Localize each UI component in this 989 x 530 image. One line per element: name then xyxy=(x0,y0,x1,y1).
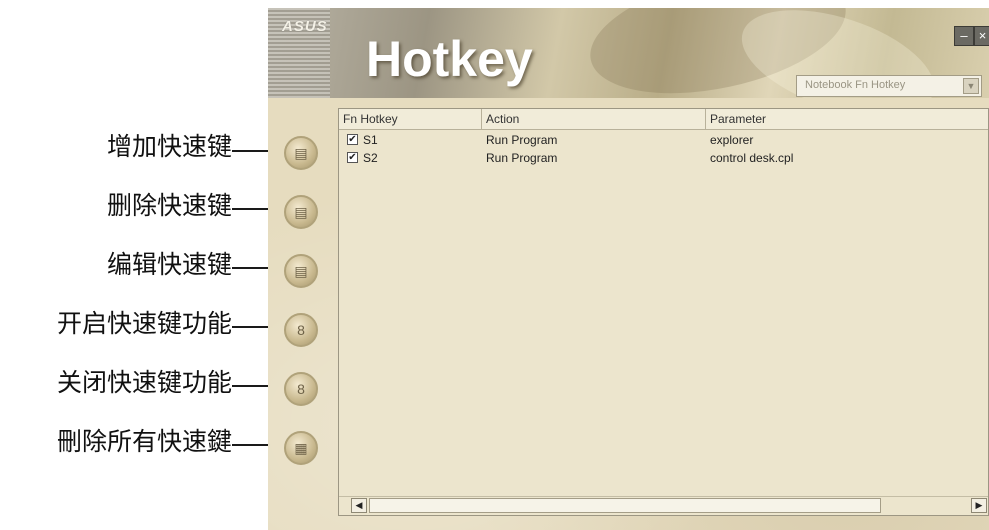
delete-all-icon: ▦ xyxy=(294,440,308,456)
callout-label: 开启快速键功能 xyxy=(56,309,232,338)
disable-hotkeys-button[interactable]: 8 xyxy=(284,372,318,406)
hotkey-window: ASUS Hotkey – × Notebook Fn Hotkey ▼ ▤ ▤… xyxy=(268,8,989,530)
delete-icon: ▤ xyxy=(294,204,308,220)
column-header-parameter[interactable]: Parameter xyxy=(706,109,988,129)
row-checkbox[interactable]: ✔ xyxy=(347,152,358,163)
table-row[interactable]: ✔ S2 Run Program control desk.cpl xyxy=(339,149,988,167)
row-parameter: explorer xyxy=(710,133,754,147)
chevron-down-icon[interactable]: ▼ xyxy=(963,78,979,94)
column-header-fn-hotkey[interactable]: Fn Hotkey xyxy=(339,109,482,129)
add-icon: ▤ xyxy=(294,145,308,161)
profile-dropdown[interactable]: Notebook Fn Hotkey ▼ xyxy=(796,75,982,97)
edit-hotkey-button[interactable]: ▤ xyxy=(284,254,318,288)
enable-hotkeys-button[interactable]: 8 xyxy=(284,313,318,347)
callout-label: 删除快速键 xyxy=(106,191,232,220)
row-action: Run Program xyxy=(486,133,558,147)
callout-label: 刪除所有快速鍵 xyxy=(56,427,232,456)
delete-hotkey-button[interactable]: ▤ xyxy=(284,195,318,229)
scroll-right-icon[interactable]: ▶ xyxy=(971,498,987,513)
row-action: Run Program xyxy=(486,151,558,165)
table-header: Fn Hotkey Action Parameter xyxy=(339,109,988,130)
horizontal-scrollbar[interactable]: ◀ ▶ xyxy=(339,496,988,515)
hotkey-list[interactable]: Fn Hotkey Action Parameter ✔ S1 Run Prog… xyxy=(338,108,989,516)
disable-icon: 8 xyxy=(297,381,305,397)
scrollbar-thumb[interactable] xyxy=(369,498,881,513)
edit-icon: ▤ xyxy=(294,263,308,279)
delete-all-hotkeys-button[interactable]: ▦ xyxy=(284,431,318,465)
enable-icon: 8 xyxy=(297,322,305,338)
row-checkbox[interactable]: ✔ xyxy=(347,134,358,145)
window-header: ASUS Hotkey – × Notebook Fn Hotkey ▼ xyxy=(268,8,989,98)
close-icon[interactable]: × xyxy=(974,26,989,46)
dropdown-value: Notebook Fn Hotkey xyxy=(805,79,906,91)
add-hotkey-button[interactable]: ▤ xyxy=(284,136,318,170)
brand-logo: ASUS xyxy=(282,18,328,35)
row-key: S1 xyxy=(363,133,378,147)
callout-label: 关闭快速键功能 xyxy=(56,368,232,397)
window-title: Hotkey xyxy=(366,31,533,87)
callout-label: 编辑快速键 xyxy=(106,250,232,279)
callout-label: 增加快速键 xyxy=(106,132,232,161)
row-key: S2 xyxy=(363,151,378,165)
row-parameter: control desk.cpl xyxy=(710,151,794,165)
minimize-icon[interactable]: – xyxy=(954,26,974,46)
table-row[interactable]: ✔ S1 Run Program explorer xyxy=(339,131,988,149)
scroll-left-icon[interactable]: ◀ xyxy=(351,498,367,513)
column-header-action[interactable]: Action xyxy=(482,109,706,129)
